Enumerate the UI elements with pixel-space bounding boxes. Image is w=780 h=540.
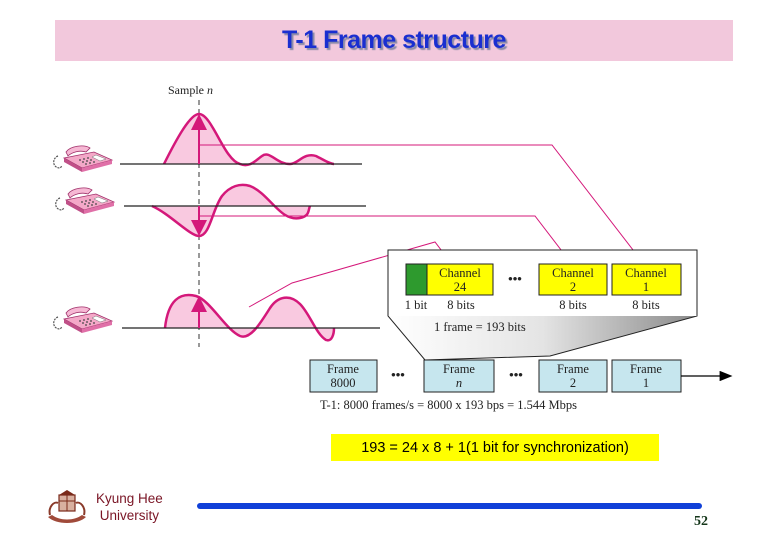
svg-text:Channel: Channel [625, 266, 667, 280]
signal-channel-2 [124, 183, 366, 238]
sync-bit-box [405, 263, 428, 296]
bits-label-2: 8 bits [559, 298, 587, 312]
telephone-icon [53, 145, 113, 173]
frame-box-1: Frame 1 [611, 359, 682, 393]
page-number: 52 [694, 514, 708, 529]
svg-text:Frame: Frame [630, 362, 662, 376]
sample-label: Sample n [168, 83, 213, 97]
svg-text:Frame: Frame [443, 362, 475, 376]
sync-bit-label: 1 bit [405, 298, 428, 312]
university-name: Kyung Hee University [96, 491, 163, 523]
frame-size-label: 1 frame = 193 bits [434, 320, 526, 334]
university-crest-icon [48, 490, 86, 523]
channel-box-2: Channel 2 [538, 263, 608, 296]
frame-box-n: Frame n [423, 359, 495, 393]
channel-ellipsis: ••• [508, 271, 522, 286]
svg-text:Channel: Channel [552, 266, 594, 280]
frames-ellipsis-2: ••• [509, 367, 523, 382]
footer-divider [197, 503, 702, 509]
formula-box: 193 = 24 x 8 + 1(1 bit for synchronizati… [331, 434, 659, 461]
bits-label-24: 8 bits [447, 298, 475, 312]
svg-text:2: 2 [570, 280, 576, 294]
svg-text:Frame: Frame [327, 362, 359, 376]
formula-text: 193 = 24 x 8 + 1(1 bit for synchronizati… [361, 439, 629, 456]
telephone-icon [53, 306, 113, 334]
signal-channel-24 [122, 293, 380, 342]
svg-text:1: 1 [643, 376, 649, 390]
svg-text:24: 24 [454, 280, 467, 294]
channel-box-1: Channel 1 [611, 263, 682, 296]
svg-text:1: 1 [643, 280, 649, 294]
rate-label: T-1: 8000 frames/s = 8000 x 193 bps = 1.… [320, 398, 577, 412]
signal-channel-1 [120, 112, 362, 167]
channel-box-24: Channel 24 [426, 263, 494, 296]
svg-text:Channel: Channel [439, 266, 481, 280]
svg-text:Frame: Frame [557, 362, 589, 376]
frame-box-8000: Frame 8000 [309, 359, 378, 393]
svg-text:8000: 8000 [331, 376, 356, 390]
frames-ellipsis-1: ••• [391, 367, 405, 382]
frame-box-2: Frame 2 [538, 359, 608, 393]
telephone-icon [55, 187, 115, 215]
svg-text:n: n [456, 376, 462, 390]
bits-label-1: 8 bits [632, 298, 660, 312]
svg-text:2: 2 [570, 376, 576, 390]
